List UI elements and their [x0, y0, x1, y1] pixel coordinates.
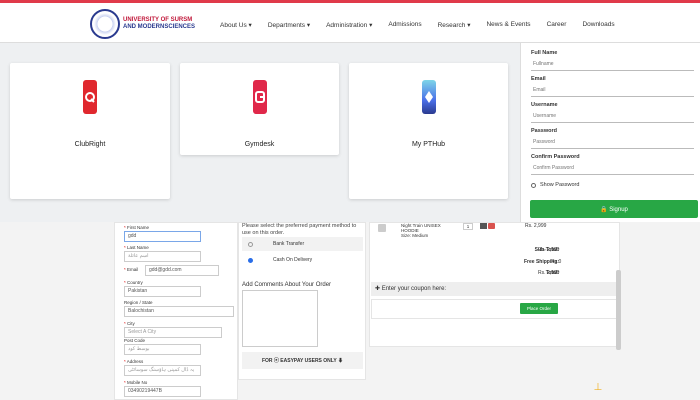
app-label: ClubRight: [74, 141, 106, 148]
app-label: My PTHub: [411, 141, 446, 148]
logo-line1: UNIVERSITY OF SURSM: [123, 17, 193, 23]
fullname-input[interactable]: [531, 58, 694, 71]
country-label: Country: [127, 280, 143, 285]
last-name-label: Last Name: [127, 245, 149, 250]
easypay-banner[interactable]: FOR ⓔ EASYPAY USERS ONLY ⬇: [242, 352, 363, 369]
remove-icon[interactable]: [488, 223, 495, 229]
place-order-button[interactable]: Place Order: [520, 303, 558, 314]
address-label: Address: [126, 359, 144, 364]
product-name: Night Train UNISEX HOODIE: [401, 223, 441, 233]
app-card-clubright[interactable]: ClubRight: [10, 63, 170, 199]
total-value: Rs. 2,999: [538, 270, 560, 276]
first-name-label: First Name: [127, 225, 150, 230]
product-price: Rs. 2,999: [525, 223, 547, 229]
payment-intro: Please select the preferred payment meth…: [242, 223, 357, 236]
app-card-gymdesk[interactable]: Gymdesk: [180, 63, 339, 155]
mobile-input[interactable]: 03490219447B: [124, 386, 201, 397]
product-size: Size: Medium: [401, 233, 429, 238]
show-password-toggle[interactable]: Show Password: [531, 182, 579, 188]
password-label: Password: [531, 128, 557, 134]
email-input[interactable]: [531, 84, 694, 97]
cod-label: Cash On Delivery: [273, 257, 313, 263]
app-label: Gymdesk: [244, 141, 275, 148]
bank-transfer-label: Bank Transfer: [273, 241, 305, 247]
clubright-logo-icon: [83, 80, 97, 114]
app-card-mypthub[interactable]: My PTHub: [349, 63, 508, 199]
coupon-toggle[interactable]: ✚ Enter your coupon here:: [371, 282, 619, 296]
last-name-input[interactable]: اسم عائلة: [124, 251, 201, 262]
radio-icon[interactable]: [248, 241, 253, 247]
checkbox-icon[interactable]: [531, 182, 536, 188]
cod-option[interactable]: Cash On Delivery: [242, 253, 363, 267]
username-input[interactable]: [531, 110, 694, 123]
payment-method-panel: Please select the preferred payment meth…: [238, 222, 366, 380]
order-summary: Night Train UNISEX HOODIE Size: Medium 1…: [369, 222, 620, 347]
nav-departments[interactable]: Departments ▾: [268, 21, 310, 29]
nav-administration[interactable]: Administration ▾: [326, 21, 372, 29]
university-logo[interactable]: UNIVERSITY OF SURSM AND MODERNSCIENCES: [90, 9, 195, 39]
shipping-value: Rs.0: [551, 259, 562, 265]
nav-about-us[interactable]: About Us ▾: [220, 21, 252, 29]
bank-transfer-option[interactable]: Bank Transfer: [242, 237, 363, 251]
first-name-input[interactable]: gdd: [124, 231, 201, 242]
region-select[interactable]: Balochistan: [124, 306, 234, 317]
confirm-password-label: Confirm Password: [531, 154, 580, 160]
nav-downloads[interactable]: Downloads: [582, 21, 614, 29]
nav-admissions[interactable]: Admissions: [388, 21, 421, 29]
mobile-label: Mobile No: [127, 380, 148, 385]
comments-title: Add Comments About Your Order: [242, 282, 332, 288]
subtotal-value: Rs. 2,999: [538, 247, 560, 253]
email-label: Email: [127, 267, 139, 272]
city-select[interactable]: Select A City: [124, 327, 222, 338]
place-order-bar: [371, 299, 619, 319]
signup-panel: Full Name Email Username Password Confir…: [520, 43, 700, 222]
refresh-icon[interactable]: [480, 223, 487, 229]
region-label: Region / State: [124, 300, 153, 305]
app-chooser-panel: ClubRight Gymdesk My PTHub: [0, 43, 520, 222]
site-header: UNIVERSITY OF SURSM AND MODERNSCIENCES A…: [0, 3, 700, 43]
address-input[interactable]: یہ ڈال کمپنی ہاؤسنگ سوسائٹی: [124, 365, 201, 376]
password-input[interactable]: [531, 136, 694, 149]
nav-career[interactable]: Career: [547, 21, 567, 29]
email-input[interactable]: gdd@gdd.com: [145, 265, 219, 276]
product-thumbnail: [378, 224, 386, 232]
mypthub-logo-icon: [421, 80, 436, 114]
comments-textarea[interactable]: [242, 290, 318, 347]
postcode-label: Post Code: [124, 338, 146, 343]
scroll-to-top-icon[interactable]: ⊥: [593, 382, 603, 394]
email-label: Email: [531, 76, 546, 82]
page-scrollbar[interactable]: [616, 270, 621, 350]
username-label: Username: [531, 102, 558, 108]
main-nav: About Us ▾ Departments ▾ Administration …: [220, 21, 631, 29]
billing-form: * First Name gdd * Last Name اسم عائلة *…: [114, 222, 238, 400]
show-password-label: Show Password: [540, 182, 580, 188]
fullname-label: Full Name: [531, 50, 558, 56]
nav-research[interactable]: Research ▾: [438, 21, 471, 29]
crest-icon: [90, 9, 120, 39]
confirm-password-input[interactable]: [531, 162, 694, 175]
country-input[interactable]: Pakistan: [124, 286, 201, 297]
postcode-input[interactable]: بوسط كود: [124, 344, 201, 355]
checkout-page: * First Name gdd * Last Name اسم عائلة *…: [0, 222, 700, 400]
city-label: City: [127, 321, 135, 326]
nav-news-events[interactable]: News & Events: [486, 21, 530, 29]
signup-button[interactable]: 🔒 Signup: [530, 200, 698, 218]
radio-selected-icon[interactable]: [248, 257, 253, 263]
qty-input[interactable]: 1: [463, 223, 473, 230]
logo-line2: AND MODERNSCIENCES: [123, 24, 196, 30]
gymdesk-logo-icon: [252, 80, 267, 114]
